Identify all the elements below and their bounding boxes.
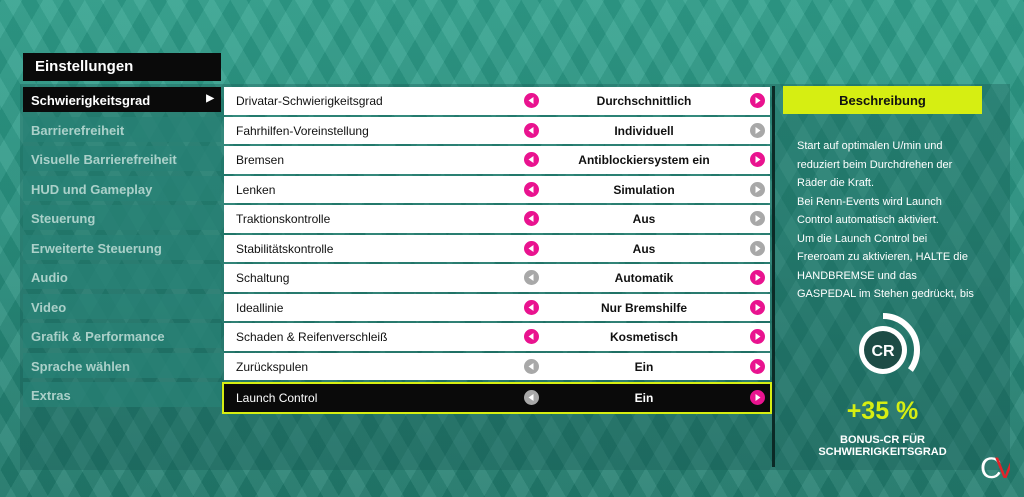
setting-row-fahrhilfen-voreinstellung[interactable]: Fahrhilfen-Voreinstellung Individuell: [224, 116, 770, 144]
next-option-icon[interactable]: [750, 152, 765, 167]
prev-option-icon[interactable]: [524, 358, 539, 374]
divider: [772, 86, 775, 467]
prev-option-icon[interactable]: [524, 329, 539, 344]
bonus-label: BONUS-CR FÜR SCHWIERIGKEITSGRAD: [818, 434, 947, 458]
cv-logo: C V: [980, 452, 1010, 484]
sidebar-item-steuerung[interactable]: Steuerung: [23, 205, 221, 230]
settings-list: Drivatar-Schwierigkeitsgrad Durchschnittl…: [222, 87, 772, 414]
prev-option-icon[interactable]: [524, 93, 539, 108]
description-line: Start auf optimalen U/min und: [797, 140, 943, 152]
next-option-icon[interactable]: [750, 211, 765, 226]
setting-label: Fahrhilfen-Voreinstellung: [236, 123, 369, 138]
setting-value: Individuell: [614, 123, 674, 138]
setting-value: Durchschnittlich: [596, 94, 692, 108]
setting-label: Lenken: [236, 182, 276, 197]
setting-value: Kosmetisch: [609, 330, 679, 344]
setting-label: Schaden & Reifenverschleiß: [236, 330, 388, 344]
next-option-icon[interactable]: [750, 181, 765, 197]
description-line: GASPEDAL im Stehen gedrückt, bis: [797, 288, 974, 299]
prev-option-icon[interactable]: [524, 270, 539, 285]
description-line: Control automatisch aktiviert.: [797, 214, 939, 226]
sidebar-item-extras[interactable]: Extras: [23, 382, 221, 407]
sidebar-item-label: Steuerung: [31, 211, 96, 226]
setting-value: Aus: [632, 241, 656, 256]
next-option-icon[interactable]: [750, 358, 765, 374]
sidebar-item-barrierefreiheit[interactable]: Barrierefreiheit: [23, 116, 221, 142]
setting-value: Ein: [634, 391, 654, 405]
setting-row-drivatar-schwierigkeitsgrad[interactable]: Drivatar-Schwierigkeitsgrad Durchschnittl…: [224, 87, 770, 115]
setting-label: Launch Control: [236, 391, 318, 405]
cr-gauge: CR: [846, 313, 920, 387]
sidebar-item-label: Visuelle Barrierefreiheit: [31, 152, 177, 167]
bonus-percent: +35 %: [846, 397, 919, 425]
setting-label: Bremsen: [236, 153, 285, 167]
setting-value: Automatik: [614, 271, 674, 285]
setting-value: Aus: [632, 212, 656, 226]
next-option-icon[interactable]: [750, 270, 765, 285]
cr-badge-text: CR: [871, 343, 895, 360]
sidebar-item-audio[interactable]: Audio: [23, 264, 221, 289]
setting-row-schaden-reifenverschlei-[interactable]: Schaden & Reifenverschleiß Kosmetisch: [224, 323, 770, 351]
sidebar: Schwierigkeitsgrad ▶ Barrierefreiheit Vi…: [23, 87, 221, 412]
sidebar-item-sprache[interactable]: Sprache wählen: [23, 352, 221, 378]
next-option-icon[interactable]: [750, 122, 765, 138]
setting-row-lenken[interactable]: Lenken Simulation: [224, 175, 770, 203]
sidebar-item-label: Audio: [31, 270, 68, 285]
prev-option-icon[interactable]: [524, 122, 539, 138]
description-line: Um die Launch Control bei: [797, 232, 928, 245]
description-line: Räder die Kraft.: [797, 177, 875, 189]
next-option-icon[interactable]: [750, 390, 765, 405]
setting-row-ideallinie[interactable]: Ideallinie Nur Bremshilfe: [224, 293, 770, 321]
prev-option-icon[interactable]: [524, 299, 539, 315]
sidebar-item-schwierigkeitsgrad[interactable]: Schwierigkeitsgrad ▶: [23, 87, 221, 112]
prev-option-icon[interactable]: [524, 240, 539, 256]
description-line: Freeroam zu aktivieren, HALTE die: [797, 251, 968, 263]
sidebar-item-erweiterte-steuerung[interactable]: Erweiterte Steuerung: [23, 234, 221, 260]
description-heading: Beschreibung: [783, 86, 982, 114]
setting-row-launch-control[interactable]: Launch Control Ein: [222, 382, 772, 414]
setting-row-zur-ckspulen[interactable]: Zurückspulen Ein: [224, 352, 770, 380]
sidebar-item-label: Schwierigkeitsgrad: [31, 93, 151, 108]
description-text: Start auf optimalen U/min und reduziert b…: [797, 137, 975, 299]
sidebar-item-label: Sprache wählen: [31, 358, 130, 374]
setting-label: Schaltung: [236, 271, 290, 285]
description-line: reduziert beim Durchdrehen der: [797, 158, 953, 171]
setting-label: Ideallinie: [236, 300, 284, 315]
sidebar-item-label: Barrierefreiheit: [31, 122, 125, 138]
setting-row-stabilit-tskontrolle[interactable]: Stabilitätskontrolle Aus: [224, 234, 770, 262]
setting-value: Simulation: [613, 182, 675, 197]
sidebar-item-label: Erweiterte Steuerung: [31, 240, 162, 256]
description-line: Bei Renn-Events wird Launch: [797, 195, 942, 208]
sidebar-item-hud-gameplay[interactable]: HUD und Gameplay: [23, 175, 221, 201]
setting-value: Nur Bremshilfe: [600, 300, 688, 315]
setting-row-schaltung[interactable]: Schaltung Automatik: [224, 264, 770, 292]
sidebar-item-label: Video: [31, 299, 67, 315]
prev-option-icon[interactable]: [524, 211, 539, 226]
setting-label: Stabilitätskontrolle: [236, 241, 334, 256]
prev-option-icon[interactable]: [524, 152, 539, 167]
setting-row-traktionskontrolle[interactable]: Traktionskontrolle Aus: [224, 205, 770, 233]
svg-text:V: V: [995, 452, 1010, 484]
sidebar-item-label: HUD und Gameplay: [31, 181, 153, 197]
description-line: HANDBREMSE und das: [797, 269, 917, 282]
sidebar-item-label: Grafik & Performance: [31, 329, 165, 344]
setting-value: Antiblockiersystem ein: [578, 153, 710, 167]
next-option-icon[interactable]: [750, 93, 765, 108]
sidebar-item-video[interactable]: Video: [23, 293, 221, 319]
setting-label: Zurückspulen: [236, 359, 309, 374]
next-option-icon[interactable]: [750, 240, 765, 256]
chevron-right-icon: ▶: [206, 93, 214, 104]
setting-label: Traktionskontrolle: [236, 212, 331, 226]
setting-row-bremsen[interactable]: Bremsen Antiblockiersystem ein: [224, 146, 770, 174]
next-option-icon[interactable]: [750, 329, 765, 344]
setting-value: Ein: [634, 359, 654, 374]
prev-option-icon[interactable]: [524, 181, 539, 197]
sidebar-item-grafik-performance[interactable]: Grafik & Performance: [23, 323, 221, 348]
prev-option-icon[interactable]: [524, 390, 539, 405]
page-title: Einstellungen: [23, 53, 221, 81]
next-option-icon[interactable]: [750, 299, 765, 315]
sidebar-item-label: Extras: [31, 388, 71, 403]
setting-label: Drivatar-Schwierigkeitsgrad: [236, 94, 383, 108]
sidebar-item-visuelle-barrierefreiheit[interactable]: Visuelle Barrierefreiheit: [23, 146, 221, 171]
